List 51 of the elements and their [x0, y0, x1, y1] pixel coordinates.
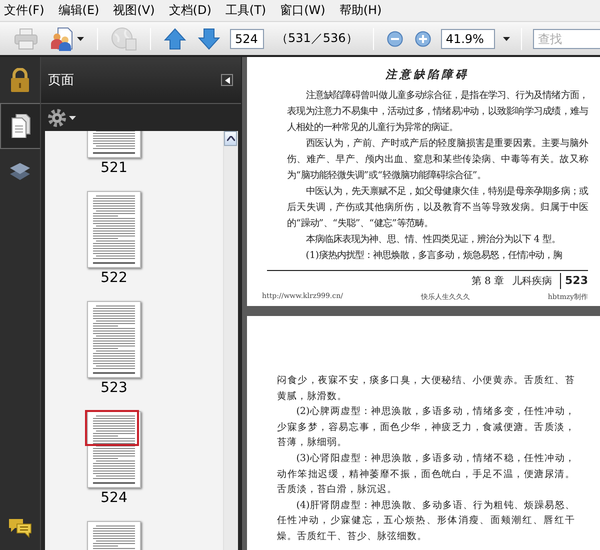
zoom-field[interactable]: 41.9% — [440, 28, 495, 48]
menu-item[interactable]: 视图(V) — [113, 1, 155, 20]
collapse-button[interactable] — [221, 74, 233, 86]
search-field[interactable]: 查找 — [532, 28, 600, 48]
menu-item[interactable]: 帮助(H) — [339, 1, 382, 20]
chevron-up-icon[interactable] — [226, 136, 234, 141]
body-paragraph: (2)心脾两虚型：神思涣散，多语多动，情绪多变，任性冲动，少寐多梦，容易忘事，面色少华，神疲乏力，食减便溏。舌质淡，苔薄，脉细弱。 — [277, 405, 575, 450]
triangle-left-icon[interactable] — [224, 76, 230, 84]
chapter-title: 儿科疾病 — [512, 274, 552, 288]
page-label: 522 — [100, 270, 128, 286]
page-label: 523 — [100, 380, 128, 396]
zoom-out-icon[interactable] — [386, 30, 403, 46]
chapter-number: 第 8 章 — [471, 274, 504, 288]
page-number: 523 — [560, 273, 588, 289]
scroll-up-button[interactable] — [224, 131, 237, 146]
page-thumbnail[interactable] — [87, 191, 141, 268]
page-label: 521 — [100, 160, 128, 176]
caret-icon[interactable] — [502, 36, 510, 40]
body-paragraph: (1)痰热内扰型：神思焕散，多言多动，烦急易怒，任情冲动，胸 — [304, 249, 564, 263]
page-thumbnail[interactable] — [87, 301, 141, 378]
body-paragraph: 中医认为，先天禀赋不足，如父母健康欠佳，特别是母亲孕期多病；或后天失调，产伤或其他病所伤，以及教育不当等导致发病。归属于中医的“躁动”、“失聪”、“健忘”等范畴。 — [287, 185, 588, 231]
caret-icon[interactable] — [69, 116, 76, 120]
panel-title: 页面 — [48, 72, 74, 89]
layers-icon[interactable] — [9, 162, 31, 182]
body-paragraph: 本病临床表现为神、思、情、性四类见证，辨治分为以下 4 型。 — [304, 233, 562, 247]
page-heading: 注意缺陷障碍 — [386, 67, 470, 82]
speech-bubbles-icon[interactable] — [8, 518, 32, 538]
menu-item[interactable]: 文档(D) — [168, 1, 212, 20]
menu-item[interactable]: 编辑(E) — [58, 1, 100, 20]
settings-icon[interactable] — [47, 108, 67, 128]
page-thumbnail[interactable] — [87, 411, 141, 488]
pages-icon[interactable] — [11, 114, 31, 138]
menu-item[interactable]: 工具(T) — [225, 1, 266, 20]
body-paragraph: (4)肝肾阴虚型：神思涣散、多动多语、行为粗钝、烦躁易怒、任性冲动，少寐健忘，五心烦热、形体消瘦、面颊潮红、唇红干燥。舌质红干、苔少、脉弦细数。 — [277, 498, 575, 544]
page-label: 524 — [100, 490, 128, 506]
page-number-field[interactable]: 524 — [230, 28, 264, 48]
padlock-icon[interactable] — [10, 68, 30, 92]
body-paragraph: 西医认为，产前、产时或产后的轻度脑损害是重要因素。主要与脑外伤、难产、早产、颅内出血、窒息和某些传染病、中毒等有关。故又称为“脑功能轻微失调”或“轻微脑功能障碍综合征”。 — [287, 137, 588, 183]
menu-item[interactable]: 窗口(W) — [280, 1, 326, 20]
view-area-frame[interactable] — [85, 410, 139, 446]
sidebar-tab[interactable] — [0, 103, 41, 149]
down-arrow-icon[interactable] — [198, 28, 220, 50]
menu-item[interactable]: 文件(F) — [4, 1, 44, 20]
caret-icon[interactable] — [77, 36, 84, 40]
body-paragraph: 注意缺陷障碍曾叫做儿童多动综合征，是指在学习、行为及情绪方面，表现为注意力不易集中，活动过多，情绪易冲动，以致影响学习成绩，难与人相处的一种常见的儿童行为异常的病证。 — [287, 89, 588, 135]
zoom-in-icon[interactable] — [414, 30, 431, 46]
body-paragraph: 闷食少，夜寐不安，痰多口臭，大便秘结、小便黄赤。舌质红、苔黄腻，脉滑数。 — [277, 374, 575, 404]
page-count: （531／536） — [276, 30, 358, 47]
document-people-icon[interactable] — [50, 26, 74, 50]
up-arrow-icon[interactable] — [164, 28, 186, 50]
body-paragraph: (3)心肾阳虚型：神思涣散，多语多动，情绪不稳，任性冲动，动作笨拙迟缓，精神萎靡不振，面色㿠白，手足不温，便溏尿清。舌质淡，苔白滑，脉沉迟。 — [277, 452, 575, 498]
